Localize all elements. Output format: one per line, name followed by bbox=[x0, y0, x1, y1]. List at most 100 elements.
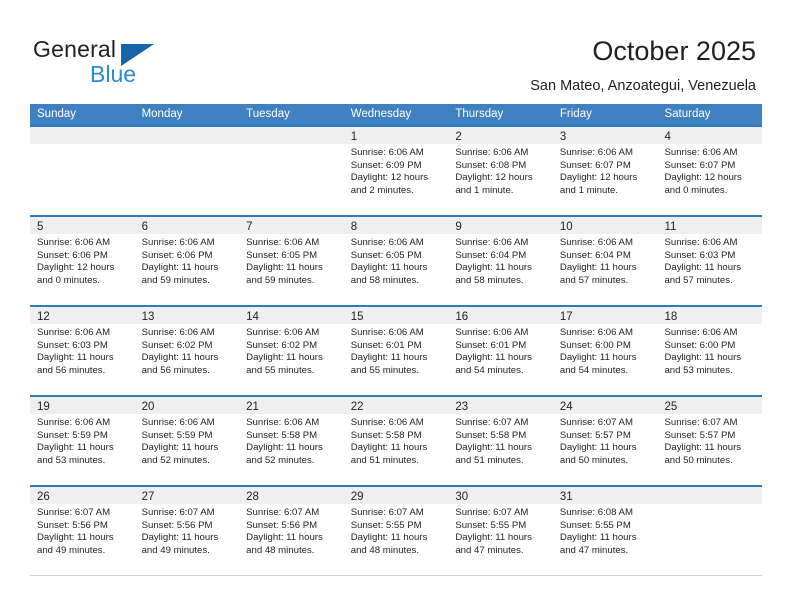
day-detail-line: Sunrise: 6:06 AM bbox=[246, 417, 320, 428]
day-cell[interactable]: 16 Sunrise: 6:06 AM Sunset: 6:01 PM Dayligh… bbox=[448, 307, 553, 395]
calendar-week-row: 12 Sunrise: 6:06 AM Sunset: 6:03 PM Dayligh… bbox=[30, 305, 763, 395]
day-detail-line: and 57 minutes. bbox=[559, 274, 629, 286]
day-detail-line: Daylight: 11 hours bbox=[455, 532, 532, 544]
day-cell[interactable]: 18 Sunrise: 6:06 AM Sunset: 6:00 PM Dayligh… bbox=[657, 307, 763, 395]
day-cell[interactable]: 3 Sunrise: 6:06 AM Sunset: 6:07 PM Daylight… bbox=[552, 127, 658, 215]
day-details: Sunrise: 6:06 AM Sunset: 6:02 PM Daylight:… bbox=[135, 324, 240, 377]
day-detail-line: and 54 minutes. bbox=[559, 364, 629, 376]
day-detail-line: Daylight: 12 hours bbox=[455, 172, 533, 184]
weekday-header-row: Sunday Monday Tuesday Wednesday Thursday… bbox=[30, 104, 762, 125]
day-cell[interactable]: 20 Sunrise: 6:06 AM Sunset: 5:59 PM Dayligh… bbox=[134, 397, 240, 485]
day-number-band bbox=[134, 127, 240, 144]
day-detail-line: Sunrise: 6:06 AM bbox=[37, 417, 111, 428]
logo-text-blue: Blue bbox=[90, 61, 137, 87]
day-number-band: 16 bbox=[448, 307, 553, 324]
day-details: Sunrise: 6:06 AM Sunset: 6:04 PM Daylight:… bbox=[553, 234, 658, 287]
day-cell[interactable]: 22 Sunrise: 6:06 AM Sunset: 5:58 PM Dayligh… bbox=[343, 397, 449, 485]
day-cell[interactable]: 4 Sunrise: 6:06 AM Sunset: 6:07 PM Daylight… bbox=[657, 127, 763, 215]
day-cell[interactable]: 8 Sunrise: 6:06 AM Sunset: 6:05 PM Daylight… bbox=[343, 217, 449, 305]
day-cell[interactable]: 29 Sunrise: 6:07 AM Sunset: 5:55 PM Dayligh… bbox=[343, 487, 449, 575]
calendar-week-row: 26 Sunrise: 6:07 AM Sunset: 5:56 PM Dayligh… bbox=[30, 485, 763, 576]
day-cell[interactable]: 6 Sunrise: 6:06 AM Sunset: 6:06 PM Daylight… bbox=[134, 217, 240, 305]
day-details: Sunrise: 6:06 AM Sunset: 5:58 PM Daylight:… bbox=[344, 414, 449, 467]
day-detail-line: Sunrise: 6:07 AM bbox=[664, 417, 738, 428]
day-detail-line: Sunrise: 6:06 AM bbox=[664, 147, 738, 158]
day-detail-line: Daylight: 11 hours bbox=[246, 532, 323, 544]
weekday-header-saturday: Saturday bbox=[664, 108, 711, 120]
day-detail-line: Daylight: 12 hours bbox=[37, 262, 115, 274]
day-cell[interactable]: 5 Sunrise: 6:06 AM Sunset: 6:06 PM Daylight… bbox=[30, 217, 135, 305]
day-number: 22 bbox=[350, 401, 364, 413]
day-detail-line: Sunrise: 6:06 AM bbox=[350, 147, 424, 158]
day-detail-line: Sunset: 6:04 PM bbox=[455, 249, 527, 261]
day-details: Sunrise: 6:06 AM Sunset: 6:03 PM Daylight:… bbox=[30, 324, 135, 377]
day-cell[interactable]: 12 Sunrise: 6:06 AM Sunset: 6:03 PM Dayligh… bbox=[30, 307, 135, 395]
day-details: Sunrise: 6:06 AM Sunset: 6:04 PM Daylight:… bbox=[448, 234, 553, 287]
day-cell[interactable]: 31 Sunrise: 6:08 AM Sunset: 5:55 PM Dayligh… bbox=[552, 487, 658, 575]
day-cell[interactable]: 19 Sunrise: 6:06 AM Sunset: 5:59 PM Dayligh… bbox=[30, 397, 135, 485]
day-detail-line: and 2 minutes. bbox=[350, 184, 414, 196]
day-cell[interactable]: 11 Sunrise: 6:06 AM Sunset: 6:03 PM Dayligh… bbox=[657, 217, 763, 305]
day-details: Sunrise: 6:06 AM Sunset: 6:00 PM Daylight:… bbox=[657, 324, 762, 377]
day-number: 11 bbox=[664, 221, 677, 233]
calendar-week-row: 5 Sunrise: 6:06 AM Sunset: 6:06 PM Daylight… bbox=[30, 215, 763, 305]
day-detail-line: Daylight: 11 hours bbox=[455, 262, 532, 274]
day-cell[interactable]: 10 Sunrise: 6:06 AM Sunset: 6:04 PM Dayligh… bbox=[552, 217, 658, 305]
day-details: Sunrise: 6:07 AM Sunset: 5:57 PM Daylight:… bbox=[657, 414, 762, 467]
day-cell[interactable]: 26 Sunrise: 6:07 AM Sunset: 5:56 PM Dayligh… bbox=[30, 487, 135, 575]
day-number-band: 9 bbox=[448, 217, 553, 234]
day-detail-line: and 51 minutes. bbox=[455, 454, 524, 466]
calendar-page: General Blue October 2025 San Mateo, Anz… bbox=[0, 0, 792, 612]
day-cell[interactable]: 25 Sunrise: 6:07 AM Sunset: 5:57 PM Dayligh… bbox=[657, 397, 763, 485]
day-cell[interactable]: 30 Sunrise: 6:07 AM Sunset: 5:55 PM Dayligh… bbox=[448, 487, 553, 575]
day-detail-line: Sunset: 6:02 PM bbox=[141, 339, 213, 351]
day-number-band: 7 bbox=[239, 217, 344, 234]
day-details: Sunrise: 6:07 AM Sunset: 5:55 PM Daylight:… bbox=[344, 504, 449, 557]
day-number: 25 bbox=[664, 401, 678, 413]
day-detail-line: Daylight: 11 hours bbox=[664, 352, 742, 364]
day-detail-line: Sunrise: 6:06 AM bbox=[559, 237, 633, 248]
day-cell[interactable]: 15 Sunrise: 6:06 AM Sunset: 6:01 PM Dayligh… bbox=[343, 307, 449, 395]
day-cell[interactable]: 17 Sunrise: 6:06 AM Sunset: 6:00 PM Dayligh… bbox=[552, 307, 658, 395]
day-details: Sunrise: 6:07 AM Sunset: 5:58 PM Daylight:… bbox=[448, 414, 553, 467]
day-number: 15 bbox=[350, 311, 364, 323]
day-cell[interactable]: 2 Sunrise: 6:06 AM Sunset: 6:08 PM Daylight… bbox=[448, 127, 553, 215]
day-detail-line: Sunrise: 6:08 AM bbox=[559, 507, 633, 518]
day-detail-line: Daylight: 11 hours bbox=[246, 442, 323, 454]
day-detail-line: and 0 minutes. bbox=[37, 274, 100, 286]
day-detail-line: Sunset: 6:06 PM bbox=[141, 249, 213, 261]
day-cell[interactable]: 21 Sunrise: 6:06 AM Sunset: 5:58 PM Dayligh… bbox=[239, 397, 344, 485]
day-number: 26 bbox=[37, 491, 50, 503]
page-subtitle-location: San Mateo, Anzoategui, Venezuela bbox=[530, 78, 756, 94]
day-cell[interactable]: 9 Sunrise: 6:06 AM Sunset: 6:04 PM Daylight… bbox=[448, 217, 553, 305]
day-cell[interactable]: 1 Sunrise: 6:06 AM Sunset: 6:09 PM Daylight… bbox=[343, 127, 449, 215]
calendar-weeks: 1 Sunrise: 6:06 AM Sunset: 6:09 PM Daylight… bbox=[30, 125, 763, 576]
day-detail-line: Daylight: 11 hours bbox=[559, 352, 637, 364]
day-cell[interactable]: 13 Sunrise: 6:06 AM Sunset: 6:02 PM Dayligh… bbox=[134, 307, 240, 395]
day-cell[interactable]: 14 Sunrise: 6:06 AM Sunset: 6:02 PM Dayligh… bbox=[239, 307, 344, 395]
day-cell[interactable]: 27 Sunrise: 6:07 AM Sunset: 5:56 PM Dayligh… bbox=[134, 487, 240, 575]
day-detail-line: Sunset: 6:01 PM bbox=[350, 339, 422, 351]
day-number: 21 bbox=[246, 401, 259, 413]
day-number: 6 bbox=[141, 221, 148, 233]
general-blue-logo[interactable]: General Blue bbox=[33, 36, 233, 88]
day-detail-line: Sunrise: 6:06 AM bbox=[37, 237, 111, 248]
day-detail-line: Sunrise: 6:06 AM bbox=[350, 327, 424, 338]
day-detail-line: Daylight: 11 hours bbox=[141, 442, 219, 454]
day-detail-line: Daylight: 11 hours bbox=[455, 442, 532, 454]
day-cell[interactable]: 24 Sunrise: 6:07 AM Sunset: 5:57 PM Dayligh… bbox=[552, 397, 658, 485]
day-number-band: 6 bbox=[134, 217, 240, 234]
day-cell[interactable]: 7 Sunrise: 6:06 AM Sunset: 6:05 PM Daylight… bbox=[239, 217, 344, 305]
day-cell[interactable]: 28 Sunrise: 6:07 AM Sunset: 5:56 PM Dayligh… bbox=[239, 487, 344, 575]
day-number: 7 bbox=[246, 221, 253, 233]
day-detail-line: Daylight: 11 hours bbox=[37, 442, 114, 454]
day-detail-line: Daylight: 11 hours bbox=[350, 352, 428, 364]
day-detail-line: and 53 minutes. bbox=[664, 364, 733, 376]
day-number: 17 bbox=[559, 311, 573, 323]
day-cell[interactable]: 23 Sunrise: 6:07 AM Sunset: 5:58 PM Dayligh… bbox=[448, 397, 553, 485]
day-detail-line: and 57 minutes. bbox=[664, 274, 733, 286]
day-detail-line: Sunset: 6:05 PM bbox=[246, 249, 318, 261]
day-details: Sunrise: 6:06 AM Sunset: 6:05 PM Daylight:… bbox=[344, 234, 449, 287]
day-number-band bbox=[657, 487, 763, 504]
day-detail-line: Sunrise: 6:06 AM bbox=[455, 237, 529, 248]
